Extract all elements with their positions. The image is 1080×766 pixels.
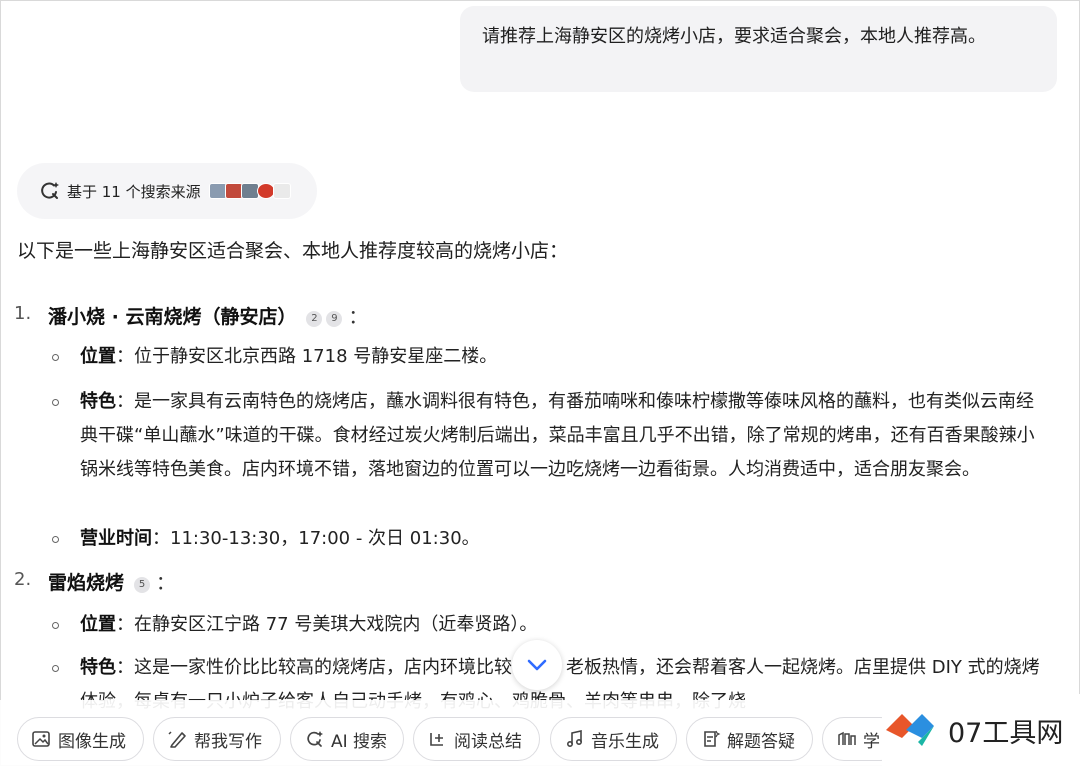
detail-text: ：11:30-13:30，17:00 - 次日 01:30。	[152, 528, 480, 549]
chip-label: 图像生成	[58, 731, 126, 752]
scroll-down-button[interactable]	[512, 640, 562, 690]
detail-text: ：是一家具有云南特色的烧烤店，蘸水调料很有特色，有番茄喃咪和傣味柠檬撒等傣味风格…	[80, 391, 1035, 480]
read-icon	[430, 733, 443, 746]
source-thumb	[240, 183, 259, 199]
shop-title: 潘小烧 · 云南烧烤（静安店） 2 9 ：	[48, 302, 367, 329]
shop-title: 雷焰烧烤 5 ：	[48, 568, 175, 595]
bullet-icon	[52, 622, 59, 629]
list-number: 2.	[14, 569, 32, 590]
detail-hours: 营业时间：11:30-13:30，17:00 - 次日 01:30。	[80, 522, 1040, 556]
problem-solving-chip[interactable]: 解题答疑	[686, 717, 813, 761]
watermark-text: 07工具网	[948, 717, 1064, 749]
citation-badge[interactable]: 9	[326, 311, 343, 327]
chip-label: 学	[863, 731, 880, 752]
detail-feature: 特色：是一家具有云南特色的烧烤店，蘸水调料很有特色，有番茄喃咪和傣味柠檬撒等傣味…	[80, 385, 1040, 487]
user-message-text: 请推荐上海静安区的烧烤小店，要求适合聚会，本地人推荐高。	[482, 26, 986, 47]
chip-label: 帮我写作	[194, 731, 262, 752]
source-thumb	[272, 183, 291, 199]
chip-label: AI 搜索	[331, 731, 388, 752]
watermark-logo-icon	[886, 714, 934, 746]
music-icon	[566, 730, 583, 748]
answer-intro: 以下是一些上海静安区适合聚会、本地人推荐度较高的烧烤小店：	[17, 240, 569, 262]
title-colon: ：	[156, 572, 176, 594]
study-icon	[838, 731, 856, 745]
detail-location: 位置：位于静安区北京西路 1718 号静安星座二楼。	[80, 340, 1040, 374]
source-thumb	[208, 183, 227, 199]
sources-label: 基于 11 个搜索来源	[67, 182, 201, 201]
detail-text: ：在静安区江宁路 77 号美琪大戏院内（近奉贤路）。	[116, 614, 538, 635]
detail-label: 特色	[80, 391, 116, 412]
bullet-icon	[52, 536, 59, 543]
citation-badge[interactable]: 5	[134, 577, 151, 593]
search-sources-button[interactable]: 基于 11 个搜索来源	[17, 163, 317, 219]
citation-refs: 5	[134, 577, 151, 593]
list-number: 1.	[14, 303, 32, 324]
solve-icon	[704, 730, 721, 747]
ai-search-chip[interactable]: AI 搜索	[290, 717, 404, 761]
source-thumbnails	[208, 183, 291, 199]
detail-label: 位置	[80, 346, 116, 367]
citation-refs: 29	[306, 311, 343, 327]
title-colon: ：	[348, 306, 368, 328]
citation-badge[interactable]: 2	[306, 311, 323, 327]
detail-label: 营业时间	[80, 528, 152, 549]
chip-label: 解题答疑	[727, 731, 795, 752]
image-icon	[32, 731, 50, 747]
detail-location: 位置：在静安区江宁路 77 号美琪大戏院内（近奉贤路）。	[80, 608, 1040, 642]
source-thumb	[256, 183, 275, 199]
pen-icon	[168, 731, 186, 748]
detail-label: 位置	[80, 614, 116, 635]
chevron-down-icon	[527, 659, 547, 671]
shop-name: 雷焰烧烤	[48, 572, 125, 594]
shop-name: 潘小烧 · 云南烧烤（静安店）	[48, 306, 297, 328]
bullet-icon	[52, 354, 59, 361]
user-message-bubble: 请推荐上海静安区的烧烤小店，要求适合聚会，本地人推荐高。	[460, 6, 1057, 92]
ai-search-icon	[307, 731, 323, 747]
image-generation-chip[interactable]: 图像生成	[17, 717, 144, 761]
reading-summary-chip[interactable]: 阅读总结	[413, 717, 540, 761]
writing-assist-chip[interactable]: 帮我写作	[153, 717, 281, 761]
site-watermark: 07工具网	[882, 694, 1080, 766]
detail-text: ：位于静安区北京西路 1718 号静安星座二楼。	[116, 346, 498, 367]
search-sources-icon	[41, 182, 59, 199]
detail-label: 特色	[80, 657, 116, 678]
bullet-icon	[52, 399, 59, 406]
source-thumb	[224, 183, 243, 199]
music-generation-chip[interactable]: 音乐生成	[550, 717, 677, 761]
chip-label: 阅读总结	[454, 731, 522, 752]
bullet-icon	[52, 665, 59, 672]
chip-label: 音乐生成	[591, 731, 659, 752]
